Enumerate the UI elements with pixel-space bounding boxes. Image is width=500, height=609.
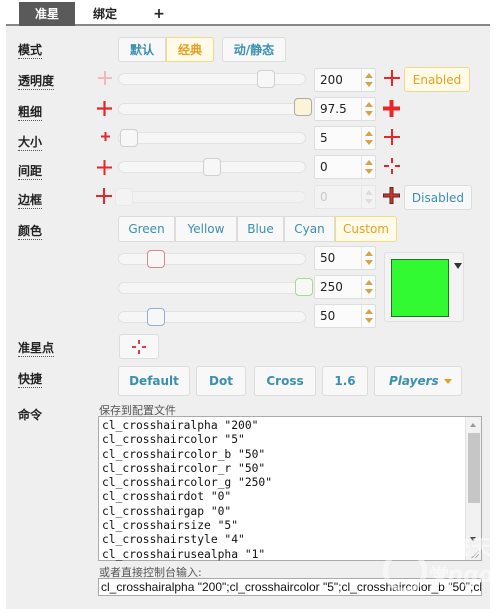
alpha-slider[interactable] xyxy=(118,70,306,88)
tab-bind[interactable]: 绑定 xyxy=(80,2,130,26)
thickness-slider[interactable] xyxy=(118,103,306,115)
color-blue-button[interactable]: Blue xyxy=(237,216,284,242)
size-input[interactable]: 5 xyxy=(314,126,376,150)
size-label: 大小 xyxy=(18,135,43,151)
color-blue-spinner[interactable] xyxy=(361,305,375,327)
dot-crosshair-icon xyxy=(132,339,146,354)
config-textarea[interactable]: cl_crosshairalpha "200" cl_crosshaircolor… xyxy=(98,416,482,561)
gap-slider-handle[interactable] xyxy=(203,158,221,176)
alpha-slider-handle[interactable] xyxy=(257,70,275,88)
size-slider-handle[interactable] xyxy=(120,129,138,147)
config-scrollbar[interactable] xyxy=(465,417,481,560)
gap-label: 间距 xyxy=(18,164,43,180)
mode-default-button[interactable]: 默认 xyxy=(118,37,166,62)
color-label: 颜色 xyxy=(18,224,43,240)
gap-crosshair-icon xyxy=(384,158,400,174)
thickness-spinner[interactable] xyxy=(361,98,375,120)
color-blue-slider-handle[interactable] xyxy=(147,308,165,326)
console-command-input[interactable]: cl_crosshairalpha "200";cl_crosshaircolo… xyxy=(98,578,482,596)
players-dropdown[interactable]: Players xyxy=(374,366,462,396)
scroll-thumb[interactable] xyxy=(468,433,480,503)
settings-panel: 模式 默认 经典 动/静态 透明度 200 Enabled 粗细 97.5 大小… xyxy=(6,26,490,609)
chevron-down-icon xyxy=(444,379,452,384)
tab-crosshair[interactable]: 准星 xyxy=(19,2,75,26)
outline-disabled-button[interactable]: Disabled xyxy=(404,185,472,210)
color-red-slider[interactable] xyxy=(118,250,306,268)
thickness-crosshair-icon xyxy=(383,100,400,117)
scroll-down-icon[interactable] xyxy=(470,537,476,541)
outline-crosshair-icon xyxy=(383,187,400,204)
config-line: cl_crosshairdot "0" xyxy=(102,490,232,504)
gap-input[interactable]: 0 xyxy=(314,155,376,179)
color-green-slider-handle[interactable] xyxy=(295,278,313,296)
size-spinner[interactable] xyxy=(361,127,375,149)
gap-crosshair-preview-icon xyxy=(97,160,112,175)
shortcut-default-button[interactable]: Default xyxy=(118,366,190,396)
shortcut-dot-button[interactable]: Dot xyxy=(196,366,246,396)
scroll-up-icon[interactable] xyxy=(470,423,476,427)
config-line: cl_crosshairgap "0" xyxy=(102,504,232,518)
outline-input[interactable]: 0 xyxy=(314,185,376,209)
color-blue-slider[interactable] xyxy=(118,308,306,326)
config-line: cl_crosshairsize "5" xyxy=(102,519,239,533)
config-line: cl_crosshaircolor_g "250" xyxy=(102,476,273,490)
commands-label: 命令 xyxy=(18,408,43,422)
resize-grip-icon[interactable] xyxy=(470,549,479,558)
config-line: cl_crosshaircolor "5" xyxy=(102,433,245,447)
config-line: cl_crosshairalpha "200" xyxy=(102,419,259,432)
color-picker[interactable] xyxy=(384,252,464,322)
config-line: cl_crosshaircolor_r "50" xyxy=(102,461,266,475)
dot-label: 准星点 xyxy=(18,341,55,357)
gap-slider[interactable] xyxy=(118,158,306,176)
config-line: cl_crosshairusealpha "1" xyxy=(102,547,266,561)
alpha-enabled-button[interactable]: Enabled xyxy=(404,67,470,92)
color-green-input[interactable]: 250 xyxy=(314,275,376,299)
mode-classic-button[interactable]: 经典 xyxy=(166,37,214,62)
alpha-input[interactable]: 200 xyxy=(314,68,376,92)
size-crosshair-preview-icon xyxy=(101,132,110,141)
color-red-spinner[interactable] xyxy=(361,247,375,269)
outline-crosshair-preview-icon xyxy=(96,188,112,204)
color-dropdown-arrow-icon[interactable] xyxy=(454,263,462,269)
color-green-button[interactable]: Green xyxy=(118,216,175,242)
outline-slider[interactable] xyxy=(115,188,306,206)
config-line: cl_crosshairstyle "4" xyxy=(102,533,245,547)
size-crosshair-icon xyxy=(384,129,400,145)
dot-toggle-button[interactable] xyxy=(119,334,159,359)
gap-spinner[interactable] xyxy=(361,156,375,178)
color-custom-button[interactable]: Custom xyxy=(335,216,397,242)
color-swatch[interactable] xyxy=(391,259,449,317)
color-yellow-button[interactable]: Yellow xyxy=(175,216,237,242)
config-text: cl_crosshairalpha "200" cl_crosshaircolor… xyxy=(102,419,272,562)
size-slider[interactable] xyxy=(118,129,306,147)
color-green-spinner[interactable] xyxy=(361,276,375,298)
shortcut-cross-button[interactable]: Cross xyxy=(254,366,316,396)
alpha-label: 透明度 xyxy=(18,74,55,90)
thickness-slider-handle[interactable] xyxy=(294,98,312,116)
mode-dynamic-static-button[interactable]: 动/静态 xyxy=(222,37,286,62)
color-cyan-button[interactable]: Cyan xyxy=(284,216,335,242)
thickness-crosshair-preview-icon xyxy=(97,101,112,116)
alpha-crosshair-icon xyxy=(384,70,400,86)
outline-spinner[interactable] xyxy=(361,186,375,208)
thickness-label: 粗细 xyxy=(18,105,43,121)
shortcut-1-6-button[interactable]: 1.6 xyxy=(322,366,368,396)
tab-add[interactable]: + xyxy=(146,2,172,26)
alpha-spinner[interactable] xyxy=(361,69,375,91)
color-green-slider[interactable] xyxy=(118,282,306,294)
shortcuts-label: 快捷 xyxy=(18,372,43,388)
color-blue-input[interactable]: 50 xyxy=(314,304,376,328)
outline-label: 边框 xyxy=(18,193,43,209)
tab-bar: 准星 绑定 + xyxy=(6,0,490,26)
config-line: cl_crosshaircolor_b "50" xyxy=(102,447,266,461)
outline-slider-handle[interactable] xyxy=(115,188,133,206)
color-red-slider-handle[interactable] xyxy=(147,250,165,268)
color-red-input[interactable]: 50 xyxy=(314,246,376,270)
alpha-crosshair-preview-icon xyxy=(98,71,112,85)
thickness-input[interactable]: 97.5 xyxy=(314,97,376,121)
mode-label: 模式 xyxy=(18,43,43,59)
